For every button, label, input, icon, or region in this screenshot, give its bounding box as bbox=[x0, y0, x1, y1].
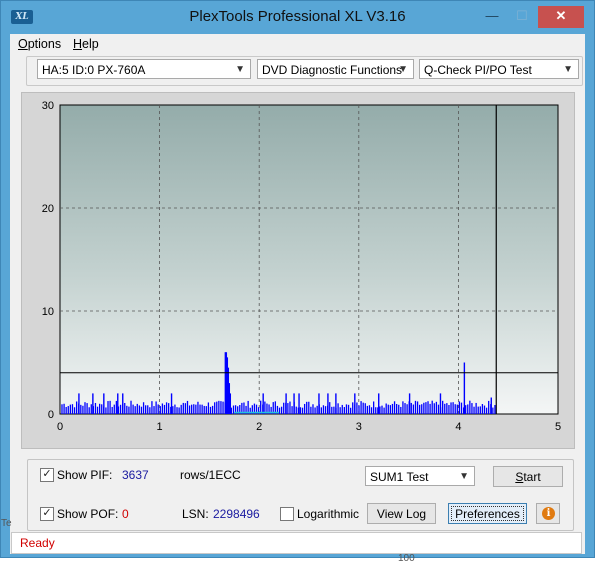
application-window: XL PlexTools Professional XL V3.16 — ☐ ✕… bbox=[0, 0, 595, 558]
background-window-text: 100 bbox=[398, 553, 415, 564]
y-tick-label: 0 bbox=[48, 409, 54, 421]
menu-options[interactable]: Options bbox=[18, 37, 61, 51]
close-button[interactable]: ✕ bbox=[538, 6, 584, 28]
lsn-label: LSN: bbox=[182, 507, 209, 521]
drive-select[interactable]: HA:5 ID:0 PX-760A ▼ bbox=[37, 59, 251, 79]
show-pof-label: Show POF: bbox=[57, 507, 119, 521]
logarithmic-label: Logarithmic bbox=[297, 507, 360, 521]
start-button[interactable]: Start bbox=[493, 466, 563, 487]
plot-area bbox=[59, 104, 559, 415]
x-tick-label: 3 bbox=[356, 421, 362, 433]
show-pif-checkbox[interactable]: ✓ bbox=[40, 468, 54, 482]
x-tick-label: 1 bbox=[157, 421, 163, 433]
client-area: Options Help HA:5 ID:0 PX-760A ▼ DVD Diag… bbox=[10, 34, 585, 554]
pif-value: 3637 bbox=[122, 468, 149, 482]
status-text: Ready bbox=[20, 536, 55, 550]
status-bar: Ready bbox=[11, 532, 582, 554]
lsn-value: 2298496 bbox=[213, 507, 260, 521]
menu-bar: Options Help bbox=[10, 34, 585, 54]
chart-canvas: 0 1 2 3 4 5 0 10 20 30 bbox=[42, 100, 561, 433]
y-tick-label: 30 bbox=[42, 100, 54, 112]
chevron-down-icon: ▼ bbox=[563, 64, 573, 75]
x-tick-label: 0 bbox=[57, 421, 63, 433]
show-pof-checkbox[interactable]: ✓ bbox=[40, 507, 54, 521]
info-button[interactable]: i bbox=[536, 503, 560, 524]
title-bar[interactable]: XL PlexTools Professional XL V3.16 — ☐ ✕ bbox=[1, 1, 594, 33]
chevron-down-icon: ▼ bbox=[398, 64, 408, 75]
logarithmic-checkbox[interactable] bbox=[280, 507, 294, 521]
y-tick-label: 20 bbox=[42, 203, 54, 215]
background-window-text: Te bbox=[1, 518, 12, 529]
preferences-label: Preferences bbox=[451, 506, 524, 521]
function-select[interactable]: DVD Diagnostic Functions ▼ bbox=[257, 59, 414, 79]
x-tick-label: 2 bbox=[256, 421, 262, 433]
menu-help[interactable]: Help bbox=[73, 37, 99, 51]
sum-test-select[interactable]: SUM1 Test ▼ bbox=[365, 466, 475, 486]
info-icon: i bbox=[542, 507, 555, 520]
test-select[interactable]: Q-Check PI/PO Test ▼ bbox=[419, 59, 579, 79]
pof-value: 0 bbox=[122, 507, 129, 521]
y-tick-label: 10 bbox=[42, 306, 54, 318]
pi-po-chart: 0 1 2 3 4 5 0 10 20 30 bbox=[21, 92, 575, 449]
x-tick-label: 4 bbox=[455, 421, 461, 433]
chevron-down-icon: ▼ bbox=[235, 64, 245, 75]
maximize-button[interactable]: ☐ bbox=[508, 6, 536, 28]
preferences-button[interactable]: Preferences bbox=[448, 503, 527, 524]
device-toolbar: HA:5 ID:0 PX-760A ▼ DVD Diagnostic Functi… bbox=[26, 56, 583, 86]
chevron-down-icon: ▼ bbox=[459, 471, 469, 482]
view-log-button[interactable]: View Log bbox=[367, 503, 436, 524]
options-panel: ✓ Show PIF: 3637 rows/1ECC SUM1 Test ▼ St… bbox=[27, 459, 574, 531]
x-tick-label: 5 bbox=[555, 421, 561, 433]
pif-unit: rows/1ECC bbox=[180, 468, 241, 482]
show-pif-label: Show PIF: bbox=[57, 468, 113, 482]
minimize-button[interactable]: — bbox=[478, 6, 506, 28]
